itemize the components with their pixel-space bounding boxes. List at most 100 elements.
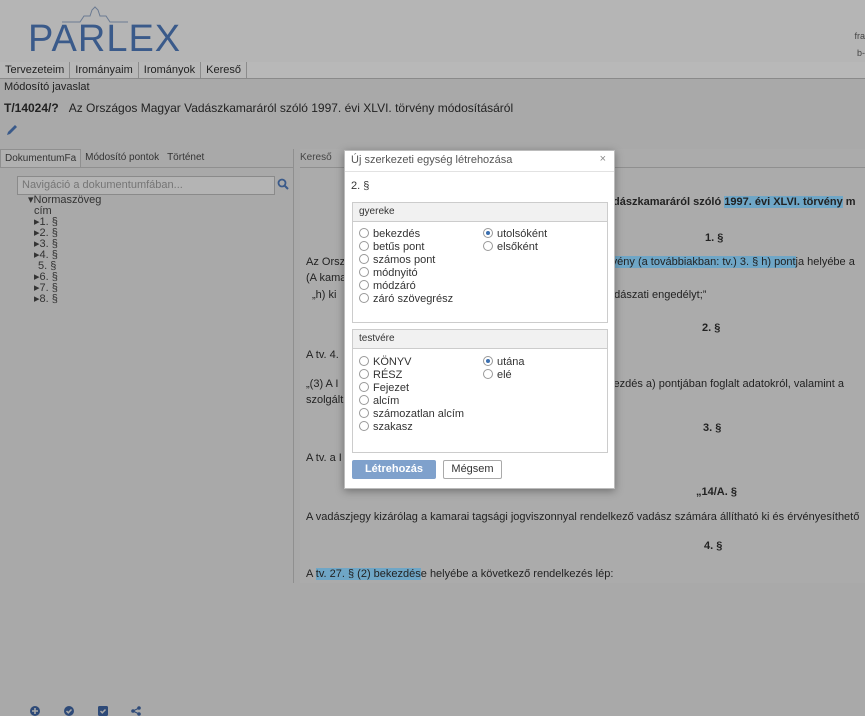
- option-label: szakasz: [373, 421, 413, 433]
- radio-bekezdes[interactable]: bekezdés: [359, 228, 420, 240]
- doc-text: m: [842, 196, 856, 208]
- radio-icon: [359, 356, 369, 366]
- user-info: fra b-: [845, 28, 865, 62]
- tab-dokumentumfa[interactable]: DokumentumFa: [0, 149, 82, 167]
- radio-icon: [359, 280, 369, 290]
- cancel-button[interactable]: Mégsem: [443, 460, 502, 479]
- menu-tervezeteim[interactable]: Tervezeteim: [0, 62, 71, 78]
- tree-item-8[interactable]: ▸8. §: [30, 294, 101, 305]
- radio-betus-pont[interactable]: betűs pont: [359, 241, 424, 253]
- option-label: elsőként: [497, 241, 538, 253]
- tree-search-input[interactable]: [18, 177, 266, 192]
- main-menu: Tervezeteim Irományaim Irományok Kereső: [0, 62, 865, 79]
- checkbox-icon[interactable]: [98, 706, 108, 716]
- dialog-divider: [345, 171, 614, 172]
- option-label: módnyitó: [373, 267, 418, 279]
- proposal-type: Módosító javaslat: [4, 81, 90, 93]
- radio-konyv[interactable]: KÖNYV: [359, 356, 412, 368]
- option-label: záró szövegrész: [373, 293, 454, 305]
- radio-modnyito[interactable]: módnyitó: [359, 267, 418, 279]
- doc-text: e helyébe a következő rendelkezés lép:: [420, 568, 614, 580]
- radio-icon: [359, 267, 369, 277]
- close-icon[interactable]: ×: [600, 153, 606, 165]
- doc-line: „h) ki: [312, 289, 337, 301]
- radio-elsokent[interactable]: elsőként: [483, 241, 538, 253]
- doc-line: A vadászjegy kizárólag a kamarai tagsági…: [306, 511, 860, 523]
- option-label: Fejezet: [373, 382, 410, 394]
- radio-selected-icon: [483, 228, 493, 238]
- child-group-title: gyereke: [353, 203, 607, 222]
- app-header: PARLEX fra b-: [0, 0, 865, 62]
- option-label: utána: [497, 356, 525, 368]
- create-unit-dialog: Új szerkezeti egység létrehozása × 2. § …: [344, 150, 615, 489]
- tab-kereso[interactable]: Kereső: [300, 152, 332, 163]
- create-button[interactable]: Létrehozás: [352, 460, 436, 479]
- proposal-title-row: T/14024/? Az Országos Magyar Vadászkamará…: [4, 101, 513, 115]
- doc-heading: dászkamaráról szóló 1997. évi XLVI. törv…: [613, 196, 856, 208]
- doc-line-tail: rvény (a továbbiakban: tv.) 3. § h) pont…: [608, 256, 855, 268]
- section-3: 3. §: [703, 422, 722, 434]
- radio-modzaro[interactable]: módzáró: [359, 280, 416, 292]
- radio-ele[interactable]: elé: [483, 369, 512, 381]
- option-label: számozatlan alcím: [373, 408, 465, 420]
- radio-utana[interactable]: utána: [483, 356, 525, 368]
- option-label: KÖNYV: [373, 356, 412, 368]
- radio-alcim[interactable]: alcím: [359, 395, 399, 407]
- radio-szamos-pont[interactable]: számos pont: [359, 254, 435, 266]
- radio-icon: [359, 228, 369, 238]
- radio-icon: [483, 369, 493, 379]
- radio-szakasz[interactable]: szakasz: [359, 421, 413, 433]
- doc-line: „(3) A I: [306, 378, 339, 390]
- dialog-subtitle: 2. §: [351, 180, 370, 192]
- highlighted-reference[interactable]: tv. 27. § (2) bekezdés: [315, 568, 421, 580]
- dialog-title: Új szerkezeti egység létrehozása: [351, 154, 513, 166]
- user-line-1: fra: [854, 31, 865, 41]
- radio-utolsokent[interactable]: utolsóként: [483, 228, 547, 240]
- option-label: elé: [497, 369, 512, 381]
- option-label: számos pont: [373, 254, 436, 266]
- left-tabs: DokumentumFa Módosító pontok Történet: [0, 149, 293, 168]
- highlighted-reference[interactable]: 1997. évi XLVI. törvény: [724, 196, 843, 208]
- doc-line: szolgált: [306, 394, 344, 406]
- document-tree-panel: DokumentumFa Módosító pontok Történet ▾N…: [0, 149, 294, 716]
- section-1: 1. §: [705, 232, 724, 244]
- share-icon[interactable]: [131, 706, 141, 716]
- radio-zaro-szovegresz[interactable]: záró szövegrész: [359, 293, 453, 305]
- radio-icon: [359, 395, 369, 405]
- highlighted-reference[interactable]: rvény (a továbbiakban: tv.) 3. § h) pont: [608, 256, 796, 268]
- sibling-group: testvére KÖNYV RÉSZ Fejezet alcím számoz…: [352, 329, 608, 453]
- sibling-group-title: testvére: [353, 330, 607, 349]
- radio-fejezet[interactable]: Fejezet: [359, 382, 409, 394]
- doc-text: dászkamaráról szóló: [613, 196, 725, 208]
- radio-icon: [483, 241, 493, 251]
- radio-icon: [359, 382, 369, 392]
- radio-icon: [359, 254, 369, 264]
- doc-heading-text: dászkamaráról szóló 1997. évi XLVI. törv…: [613, 196, 856, 208]
- doc-line: adászati engedélyt;”: [608, 289, 707, 301]
- radio-szamozatlan-alcim[interactable]: számozatlan alcím: [359, 408, 464, 420]
- option-label: bekezdés: [373, 228, 421, 240]
- radio-icon: [359, 241, 369, 251]
- tab-tortenet[interactable]: Történet: [163, 149, 208, 166]
- edit-pencil-icon[interactable]: [6, 124, 18, 136]
- radio-icon: [359, 293, 369, 303]
- tab-modosito-pontok[interactable]: Módosító pontok: [81, 149, 163, 166]
- doc-line: A tv. a I: [306, 452, 342, 464]
- document-tree: ▾Normaszöveg cím ▸1. § ▸2. § ▸3. § ▸4. §…: [28, 195, 101, 305]
- option-label: RÉSZ: [373, 369, 403, 381]
- add-circle-icon[interactable]: [30, 706, 40, 716]
- app-logo[interactable]: PARLEX: [28, 18, 181, 61]
- doc-text: A: [306, 568, 316, 580]
- child-group: gyereke bekezdés betűs pont számos pont …: [352, 202, 608, 323]
- doc-text: ja helyébe a: [795, 256, 855, 268]
- proposal-title: Az Országos Magyar Vadászkamaráról szóló…: [68, 101, 514, 115]
- search-icon[interactable]: [277, 178, 289, 190]
- menu-iromanyok[interactable]: Irományok: [139, 62, 202, 78]
- option-label: alcím: [373, 395, 400, 407]
- option-label: betűs pont: [373, 241, 425, 253]
- menu-kereso[interactable]: Kereső: [201, 62, 247, 78]
- doc-line: (A kama: [306, 272, 347, 284]
- menu-iromanyaim[interactable]: Irományaim: [70, 62, 139, 78]
- check-circle-icon[interactable]: [64, 706, 74, 716]
- radio-resz[interactable]: RÉSZ: [359, 369, 402, 381]
